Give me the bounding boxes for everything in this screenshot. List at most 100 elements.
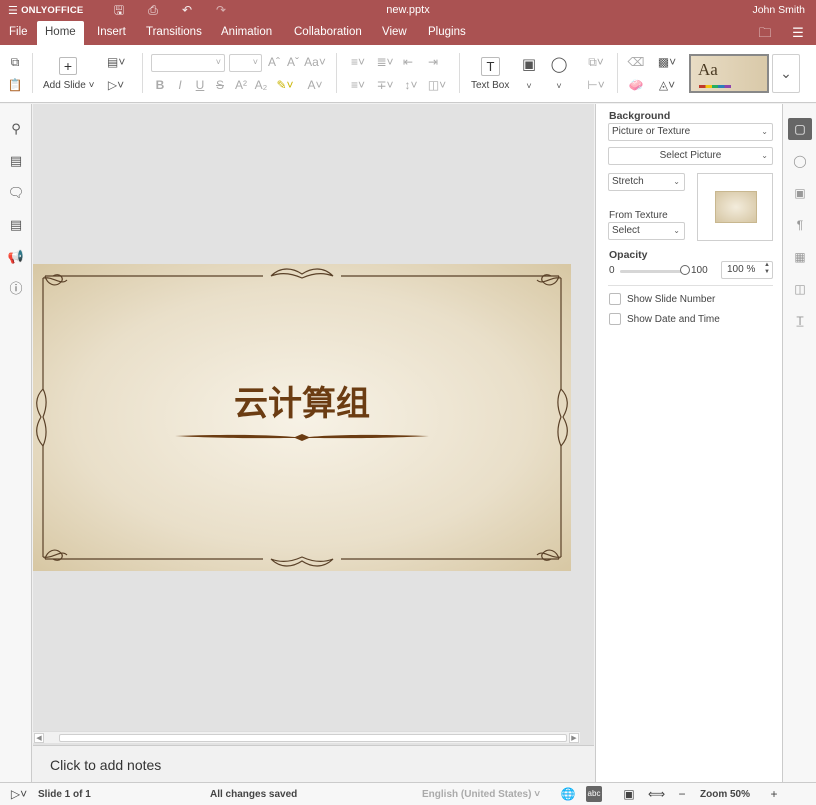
increase-font-icon[interactable]: Aˆ	[265, 54, 283, 70]
paragraph-settings-icon[interactable]: ¶	[791, 216, 809, 234]
tab-plugins[interactable]: Plugins	[420, 21, 474, 45]
image-dropdown-icon[interactable]: ˅	[520, 78, 538, 94]
tab-home[interactable]: Home	[37, 21, 84, 45]
scroll-left-arrow-icon[interactable]: ◀	[34, 733, 44, 743]
underline-icon[interactable]: U	[191, 77, 209, 93]
highlight-color-icon[interactable]: ✎˅	[273, 77, 297, 93]
decrease-indent-icon[interactable]: ⇤	[399, 54, 417, 70]
slide-canvas[interactable]: 云计算组	[33, 104, 594, 745]
start-slideshow-icon[interactable]: ▷˅	[107, 77, 125, 93]
select-picture-button[interactable]: Select Picture ⌄	[608, 147, 773, 165]
tab-collaboration[interactable]: Collaboration	[286, 21, 370, 45]
copy-icon[interactable]: ⧉	[6, 54, 24, 70]
fit-slide-icon[interactable]: ▣	[621, 786, 637, 802]
line-spacing-icon[interactable]: ↕˅	[399, 77, 423, 93]
slide-size-icon[interactable]: ◬˅	[655, 77, 679, 93]
tab-file[interactable]: File	[1, 21, 36, 45]
insert-image-icon[interactable]: ▣	[520, 57, 538, 73]
image-settings-icon[interactable]: ▣	[791, 184, 809, 202]
about-icon[interactable]: ⓘ	[7, 280, 25, 298]
insert-shape-icon[interactable]: ◯	[550, 57, 568, 73]
text-box-icon[interactable]: T	[481, 57, 500, 76]
chevron-down-icon: ⌄	[761, 127, 768, 136]
columns-icon[interactable]: ◫˅	[425, 77, 449, 93]
tab-transitions[interactable]: Transitions	[138, 21, 210, 45]
chat-icon[interactable]: ▤	[7, 216, 25, 234]
shape-dropdown-icon[interactable]: ˅	[550, 78, 568, 94]
arrange-icon[interactable]: ⧉˅	[584, 54, 608, 70]
notes-placeholder[interactable]: Click to add notes	[50, 757, 161, 773]
vertical-align-icon[interactable]: ∓˅	[373, 77, 397, 93]
text-box-button[interactable]: Text Box	[471, 80, 509, 91]
feedback-icon[interactable]: 📢	[7, 248, 25, 266]
language-value: English (United States)	[422, 789, 532, 800]
slides-thumbnails-icon[interactable]: ▤	[7, 152, 25, 170]
superscript-icon[interactable]: A²	[232, 77, 250, 93]
increase-indent-icon[interactable]: ⇥	[424, 54, 442, 70]
font-size-combo[interactable]: ˅	[229, 54, 262, 72]
opacity-slider-track[interactable]	[620, 270, 684, 273]
subscript-icon[interactable]: A₂	[252, 77, 270, 93]
bullets-icon[interactable]: ≡˅	[346, 54, 370, 70]
search-icon[interactable]: ⚲	[7, 120, 25, 138]
opacity-slider-thumb[interactable]	[680, 265, 690, 275]
copy-style-icon[interactable]: 🧼	[627, 77, 645, 93]
horizontal-align-icon[interactable]: ≡˅	[346, 77, 370, 93]
paste-icon[interactable]: 📋	[6, 77, 24, 93]
comments-icon[interactable]: 🗨	[7, 184, 25, 202]
horizontal-scrollbar[interactable]: ◀ ▶	[33, 731, 580, 743]
add-slide-button[interactable]: Add Slide ˅	[43, 80, 94, 91]
strikethrough-icon[interactable]: S	[211, 77, 229, 93]
zoom-out-icon[interactable]: −	[674, 786, 690, 802]
tab-animation[interactable]: Animation	[213, 21, 280, 45]
font-color-icon[interactable]: A˅	[304, 77, 326, 93]
title-divider-flourish	[175, 434, 429, 441]
opacity-input[interactable]: 100 % ▲ ▼	[721, 261, 773, 279]
slide-layout-icon[interactable]: ▤˅	[107, 54, 125, 70]
show-slide-number-label[interactable]: Show Slide Number	[627, 294, 715, 305]
color-scheme-icon[interactable]: ▩˅	[655, 54, 679, 70]
hamburger-menu-icon[interactable]: ☰	[790, 25, 806, 41]
toolbar-separator	[142, 53, 143, 93]
slide-settings-icon[interactable]: ▢	[788, 118, 812, 140]
scrollbar-thumb[interactable]	[59, 734, 567, 742]
align-shape-icon[interactable]: ⊢˅	[584, 77, 608, 93]
fill-type-select[interactable]: Picture or Texture ⌄	[608, 123, 773, 141]
italic-icon[interactable]: I	[171, 77, 189, 93]
chart-settings-icon[interactable]: ◫	[791, 280, 809, 298]
text-art-settings-icon[interactable]: T̲	[791, 312, 809, 330]
table-settings-icon[interactable]: ▦	[791, 248, 809, 266]
language-select[interactable]: English (United States) ˅	[422, 789, 540, 800]
notes-panel[interactable]: Click to add notes	[33, 745, 594, 782]
scroll-right-arrow-icon[interactable]: ▶	[569, 733, 579, 743]
more-themes-button[interactable]: ⌄	[772, 54, 800, 93]
slide-title[interactable]: 云计算组	[33, 376, 571, 425]
stretch-mode-select[interactable]: Stretch ⌄	[608, 173, 685, 191]
theme-preview[interactable]: Aa	[689, 54, 769, 93]
spin-arrows-icon[interactable]: ▲ ▼	[764, 262, 770, 276]
font-name-combo[interactable]: ˅	[151, 54, 225, 72]
show-date-time-label[interactable]: Show Date and Time	[627, 314, 720, 325]
texture-select[interactable]: Select ⌄	[608, 222, 685, 240]
zoom-in-icon[interactable]: +	[766, 786, 782, 802]
slide[interactable]: 云计算组	[33, 264, 571, 571]
add-slide-icon[interactable]: +	[59, 57, 77, 75]
tab-view[interactable]: View	[374, 21, 415, 45]
tab-insert[interactable]: Insert	[89, 21, 134, 45]
show-slide-number-checkbox[interactable]	[609, 293, 621, 305]
fit-width-icon[interactable]: ⟺	[648, 786, 665, 802]
texture-select-value: Select	[612, 225, 640, 236]
decrease-font-icon[interactable]: Aˇ	[284, 54, 302, 70]
slideshow-play-icon[interactable]: ▷˅	[7, 786, 31, 802]
opacity-value: 100 %	[727, 264, 756, 275]
numbering-icon[interactable]: ≣˅	[373, 54, 397, 70]
globe-icon[interactable]: 🌐	[560, 786, 576, 802]
shape-settings-icon[interactable]: ◯	[791, 152, 809, 170]
change-case-icon[interactable]: Aa˅	[304, 54, 326, 70]
spellcheck-icon[interactable]: abc	[586, 786, 602, 802]
open-file-location-icon[interactable]: 🗀	[757, 25, 773, 41]
bold-icon[interactable]: B	[151, 77, 169, 93]
user-name[interactable]: John Smith	[752, 4, 805, 16]
clear-style-icon[interactable]: ⌫	[627, 54, 645, 70]
show-date-time-checkbox[interactable]	[609, 313, 621, 325]
